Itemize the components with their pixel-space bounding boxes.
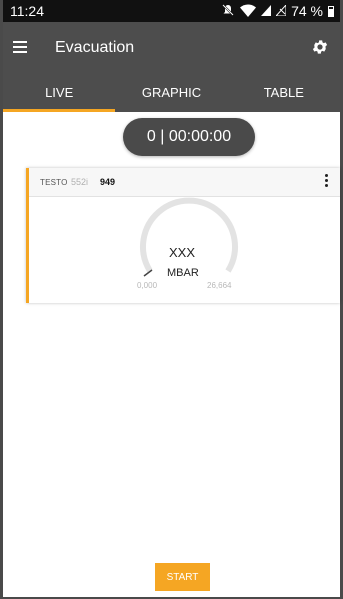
signal-icon (261, 4, 272, 18)
battery-icon (328, 5, 334, 17)
page-title: Evacuation (55, 39, 135, 56)
app-screen: 11:24 74 % Evacuation LIVE GRAPHIC TABLE… (0, 0, 343, 599)
tab-bar: LIVE GRAPHIC TABLE (3, 74, 340, 112)
hamburger-menu-icon[interactable] (13, 41, 27, 53)
measurement-timer: 0 | 00:00:00 (123, 118, 255, 156)
status-bar: 11:24 74 % (3, 0, 340, 22)
status-time: 11:24 (10, 3, 44, 19)
pressure-unit: MBAR (167, 267, 199, 279)
app-bar: Evacuation (3, 22, 340, 74)
tab-graphic[interactable]: GRAPHIC (115, 74, 227, 112)
gauge-min-label: 0,000 (137, 281, 158, 290)
gauge-max-label: 26,664 (207, 281, 232, 290)
wifi-icon (240, 4, 257, 19)
tab-table[interactable]: TABLE (228, 74, 340, 112)
battery-percent: 74 % (291, 3, 323, 19)
pressure-gauge (140, 197, 238, 277)
no-signal-icon (274, 3, 287, 18)
tab-live[interactable]: LIVE (3, 74, 116, 112)
start-button[interactable]: START (155, 563, 210, 591)
sensor-card[interactable]: TESTO 552i 949 XXX MBAR 0,000 26,664 (26, 168, 340, 303)
status-icons: 74 % (221, 3, 334, 19)
mute-icon (221, 3, 235, 19)
gauge-track (140, 197, 238, 273)
gear-icon[interactable] (311, 38, 329, 56)
pressure-reading: XXX (169, 245, 196, 260)
